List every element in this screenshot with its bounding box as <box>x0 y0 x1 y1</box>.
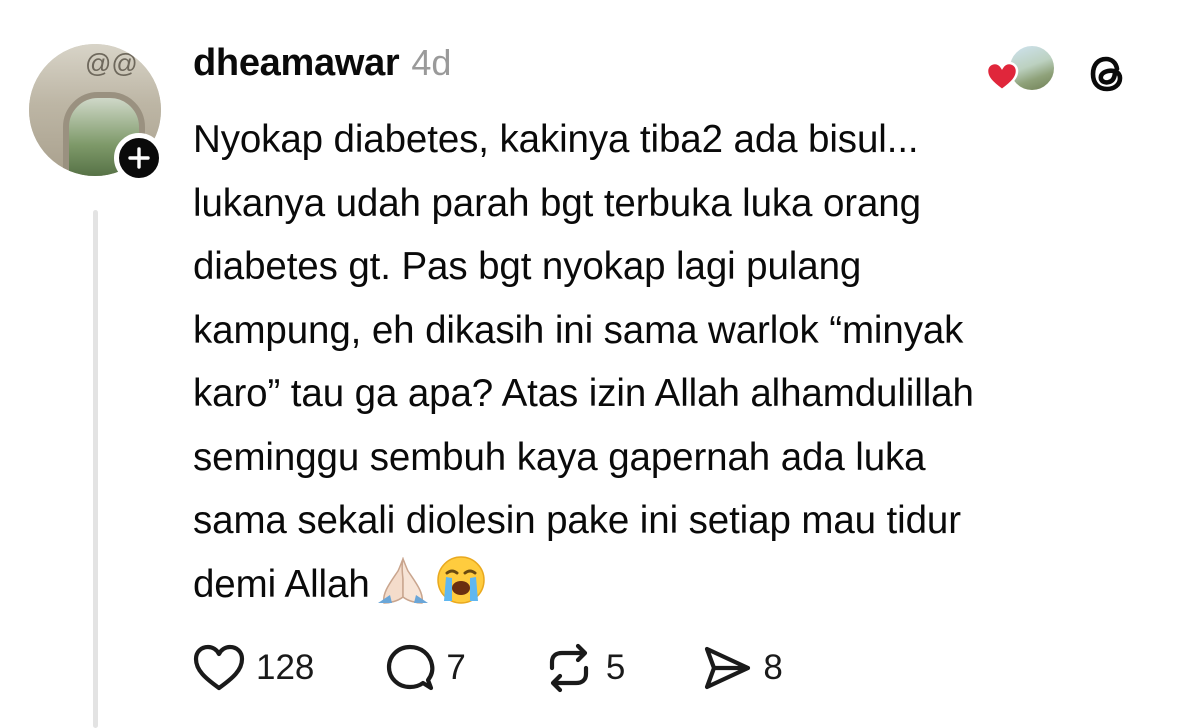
body-line: karo” tau ga apa? Atas izin Allah alhamd… <box>193 372 974 415</box>
like-button[interactable]: 128 <box>192 643 314 693</box>
repost-count: 5 <box>605 648 626 687</box>
body-line: lukanya udah parah bgt terbuka luka oran… <box>193 181 921 225</box>
post-actions: 128 7 5 8 <box>192 640 783 696</box>
heart-outline-icon <box>193 644 245 691</box>
body-line: sama sekali diolesin pake ini setiap mau… <box>193 499 961 542</box>
repost-button[interactable]: 5 <box>542 642 625 694</box>
share-button[interactable]: 8 <box>701 644 783 692</box>
folded-hands-emoji <box>376 556 430 625</box>
loudly-crying-face-emoji <box>436 555 486 625</box>
body-line: seminggu sembuh kaya gapernah ada luka <box>193 435 926 479</box>
timestamp: 4d <box>411 42 452 83</box>
post-body: Nyokap diabetes, kakinya tiba2 ada bisul… <box>193 108 1153 624</box>
threads-logo-icon[interactable] <box>1083 50 1131 98</box>
share-count: 8 <box>763 648 783 687</box>
body-line: Nyokap diabetes, kakinya tiba2 ada bisul… <box>193 118 919 161</box>
send-icon <box>705 646 751 690</box>
threads-post: @@ dheamawar 4d Nyokap diabetes, kakinya… <box>0 0 1179 728</box>
liked-by-indicator[interactable] <box>985 43 1057 95</box>
spiral-icon: @@ <box>85 48 138 78</box>
reply-button[interactable]: 7 <box>384 642 466 694</box>
plus-icon <box>128 147 150 169</box>
body-line: kampung, eh dikasih ini sama warlok “min… <box>193 308 964 352</box>
body-line: diabetes gt. Pas bgt nyokap lagi pulang <box>193 245 862 288</box>
speech-bubble-icon <box>387 644 435 691</box>
username[interactable]: dheamawar <box>193 42 400 85</box>
follow-button[interactable] <box>114 133 164 183</box>
like-count: 128 <box>256 648 315 687</box>
repost-icon <box>549 643 588 693</box>
thread-line <box>93 210 98 728</box>
post-header: dheamawar 4d <box>193 42 451 96</box>
body-line: demi Allah <box>193 562 370 606</box>
reply-count: 7 <box>446 648 466 687</box>
red-heart-icon <box>985 61 1019 92</box>
